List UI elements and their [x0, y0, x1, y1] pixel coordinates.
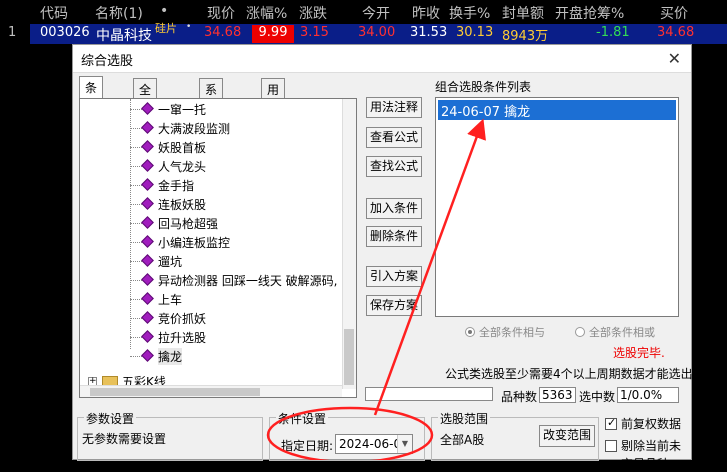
col-dot: • [160, 3, 169, 19]
stock-change: 3.15 [300, 25, 329, 40]
formula-diamond-icon [141, 254, 154, 267]
formula-diamond-icon [141, 311, 154, 324]
scroll-thumb[interactable] [90, 388, 260, 396]
view-formula-button[interactable]: 查看公式 [366, 127, 422, 148]
tab-condition-group[interactable]: 条件组 [79, 76, 104, 129]
quote-header: 代码 名称(1) • 现价 涨幅% 涨跌 今开 昨收 换手% 封单额 开盘抢筹%… [0, 0, 727, 24]
scroll-thumb[interactable] [344, 329, 354, 385]
chevron-down-icon[interactable]: ▼ [397, 435, 412, 453]
formula-diamond-icon [141, 235, 154, 248]
row-dot: • [186, 22, 192, 32]
date-select[interactable]: 2024-06-07 ▼ [335, 434, 413, 454]
status-note: 公式类选股至少需要4个以上周期数据才能选出 [445, 367, 693, 381]
col-change[interactable]: 涨跌 [299, 3, 327, 23]
dialog-title: 综合选股 [81, 54, 134, 69]
formula-diamond-icon [141, 159, 154, 172]
formula-diamond-icon [141, 292, 154, 305]
stock-code: 003026 [40, 25, 90, 40]
range-value: 全部A股 [440, 433, 485, 447]
formula-diamond-icon [141, 178, 154, 191]
condition-settings-title: 条件设置 [276, 410, 329, 427]
change-range-button[interactable]: 改变范围 [539, 425, 595, 447]
col-prev-close[interactable]: 昨收 [412, 3, 440, 23]
formula-diamond-icon [141, 197, 154, 210]
col-open-grab[interactable]: 开盘抢筹% [555, 3, 624, 23]
radio-icon [575, 327, 585, 337]
status-done: 选股完毕. [613, 346, 665, 360]
radio-icon [465, 327, 475, 337]
stock-bid: 34.68 [657, 25, 695, 40]
add-condition-button[interactable]: 加入条件 [366, 198, 422, 219]
tree-vertical-scrollbar[interactable] [342, 99, 356, 389]
formula-diamond-icon [141, 121, 154, 134]
checkbox-icon [605, 416, 617, 430]
formula-diamond-icon [141, 140, 154, 153]
find-formula-button[interactable]: 查找公式 [366, 156, 422, 177]
tree-guide-line [130, 99, 131, 349]
col-change-pct[interactable]: 涨幅% [246, 3, 287, 23]
forward-adjust-checkbox[interactable]: 前复权数据 [605, 415, 681, 432]
col-name[interactable]: 名称(1) [95, 3, 143, 23]
stock-screener-dialog: 综合选股 ✕ 条件组 全部条件 系统条件 用户条件 一窜一托 大满波段监测 妖股… [72, 44, 693, 471]
stock-open: 34.00 [358, 25, 396, 40]
formula-diamond-icon [141, 216, 154, 229]
formula-diamond-icon [141, 349, 154, 362]
stock-change-pct: 9.99 [252, 25, 294, 43]
exclude-untraded-checkbox[interactable]: 剔除当前未 [605, 437, 681, 454]
list-item[interactable]: 24-06-07 擒龙 [438, 100, 676, 120]
stock-open-grab: -1.81 [596, 25, 630, 40]
stock-row[interactable]: 1 003026 中晶科技 硅片 • 34.68 9.99 3.15 34.00… [0, 22, 727, 44]
tree-horizontal-scrollbar[interactable] [80, 385, 342, 397]
stock-name: 中晶科技 [96, 28, 152, 44]
stock-price: 34.68 [204, 25, 242, 40]
date-label: 指定日期: [281, 439, 334, 453]
param-settings-group: 参数设置 无参数需要设置 [77, 410, 263, 461]
col-turnover[interactable]: 换手% [449, 3, 490, 23]
col-seal[interactable]: 封单额 [502, 3, 544, 23]
exclude-untraded-label-2: 交易品种 [621, 457, 670, 471]
selected-label: 选中数 [579, 390, 616, 404]
col-price[interactable]: 现价 [207, 3, 235, 23]
row-index: 1 [8, 25, 17, 40]
combo-condition-list[interactable]: 24-06-07 擒龙 [435, 97, 679, 317]
col-open[interactable]: 今开 [362, 3, 390, 23]
stock-turnover: 30.13 [456, 25, 494, 40]
checkbox-icon [605, 440, 617, 452]
dialog-titlebar[interactable]: 综合选股 ✕ [73, 45, 691, 73]
param-settings-title: 参数设置 [84, 410, 137, 427]
delete-condition-button[interactable]: 删除条件 [366, 226, 422, 247]
stock-prev-close: 31.53 [410, 25, 448, 40]
col-code[interactable]: 代码 [40, 3, 68, 23]
range-title: 选股范围 [438, 410, 491, 427]
condition-tree[interactable]: 一窜一托 大满波段监测 妖股首板 人气龙头 金手指 连板妖股 回马枪超强 小编连… [79, 98, 357, 398]
formula-diamond-icon [141, 330, 154, 343]
tab-all-conditions[interactable]: 全部条件 [133, 78, 158, 148]
close-icon[interactable]: ✕ [668, 49, 681, 68]
tab-system-conditions[interactable]: 系统条件 [199, 78, 224, 148]
count-value: 5363 [539, 387, 576, 403]
tab-user-conditions[interactable]: 用户条件 [261, 78, 286, 148]
count-label: 品种数 [501, 390, 538, 404]
radio-all-or[interactable]: 全部条件相或 [575, 324, 655, 340]
formula-diamond-icon [141, 273, 154, 286]
stock-tag: 硅片 [155, 22, 177, 35]
radio-all-and[interactable]: 全部条件相与 [465, 324, 545, 340]
selected-value: 1/0.0% [617, 387, 679, 403]
progress-bar [365, 387, 493, 401]
col-bid[interactable]: 买价 [660, 3, 688, 23]
save-plan-button[interactable]: 保存方案 [366, 295, 422, 316]
combo-list-title: 组合选股条件列表 [435, 80, 532, 94]
param-settings-text: 无参数需要设置 [82, 432, 167, 446]
usage-notes-button[interactable]: 用法注释 [366, 97, 422, 118]
import-plan-button[interactable]: 引入方案 [366, 266, 422, 287]
stock-seal-amount: 8943万 [502, 29, 549, 44]
formula-diamond-icon [141, 102, 154, 115]
